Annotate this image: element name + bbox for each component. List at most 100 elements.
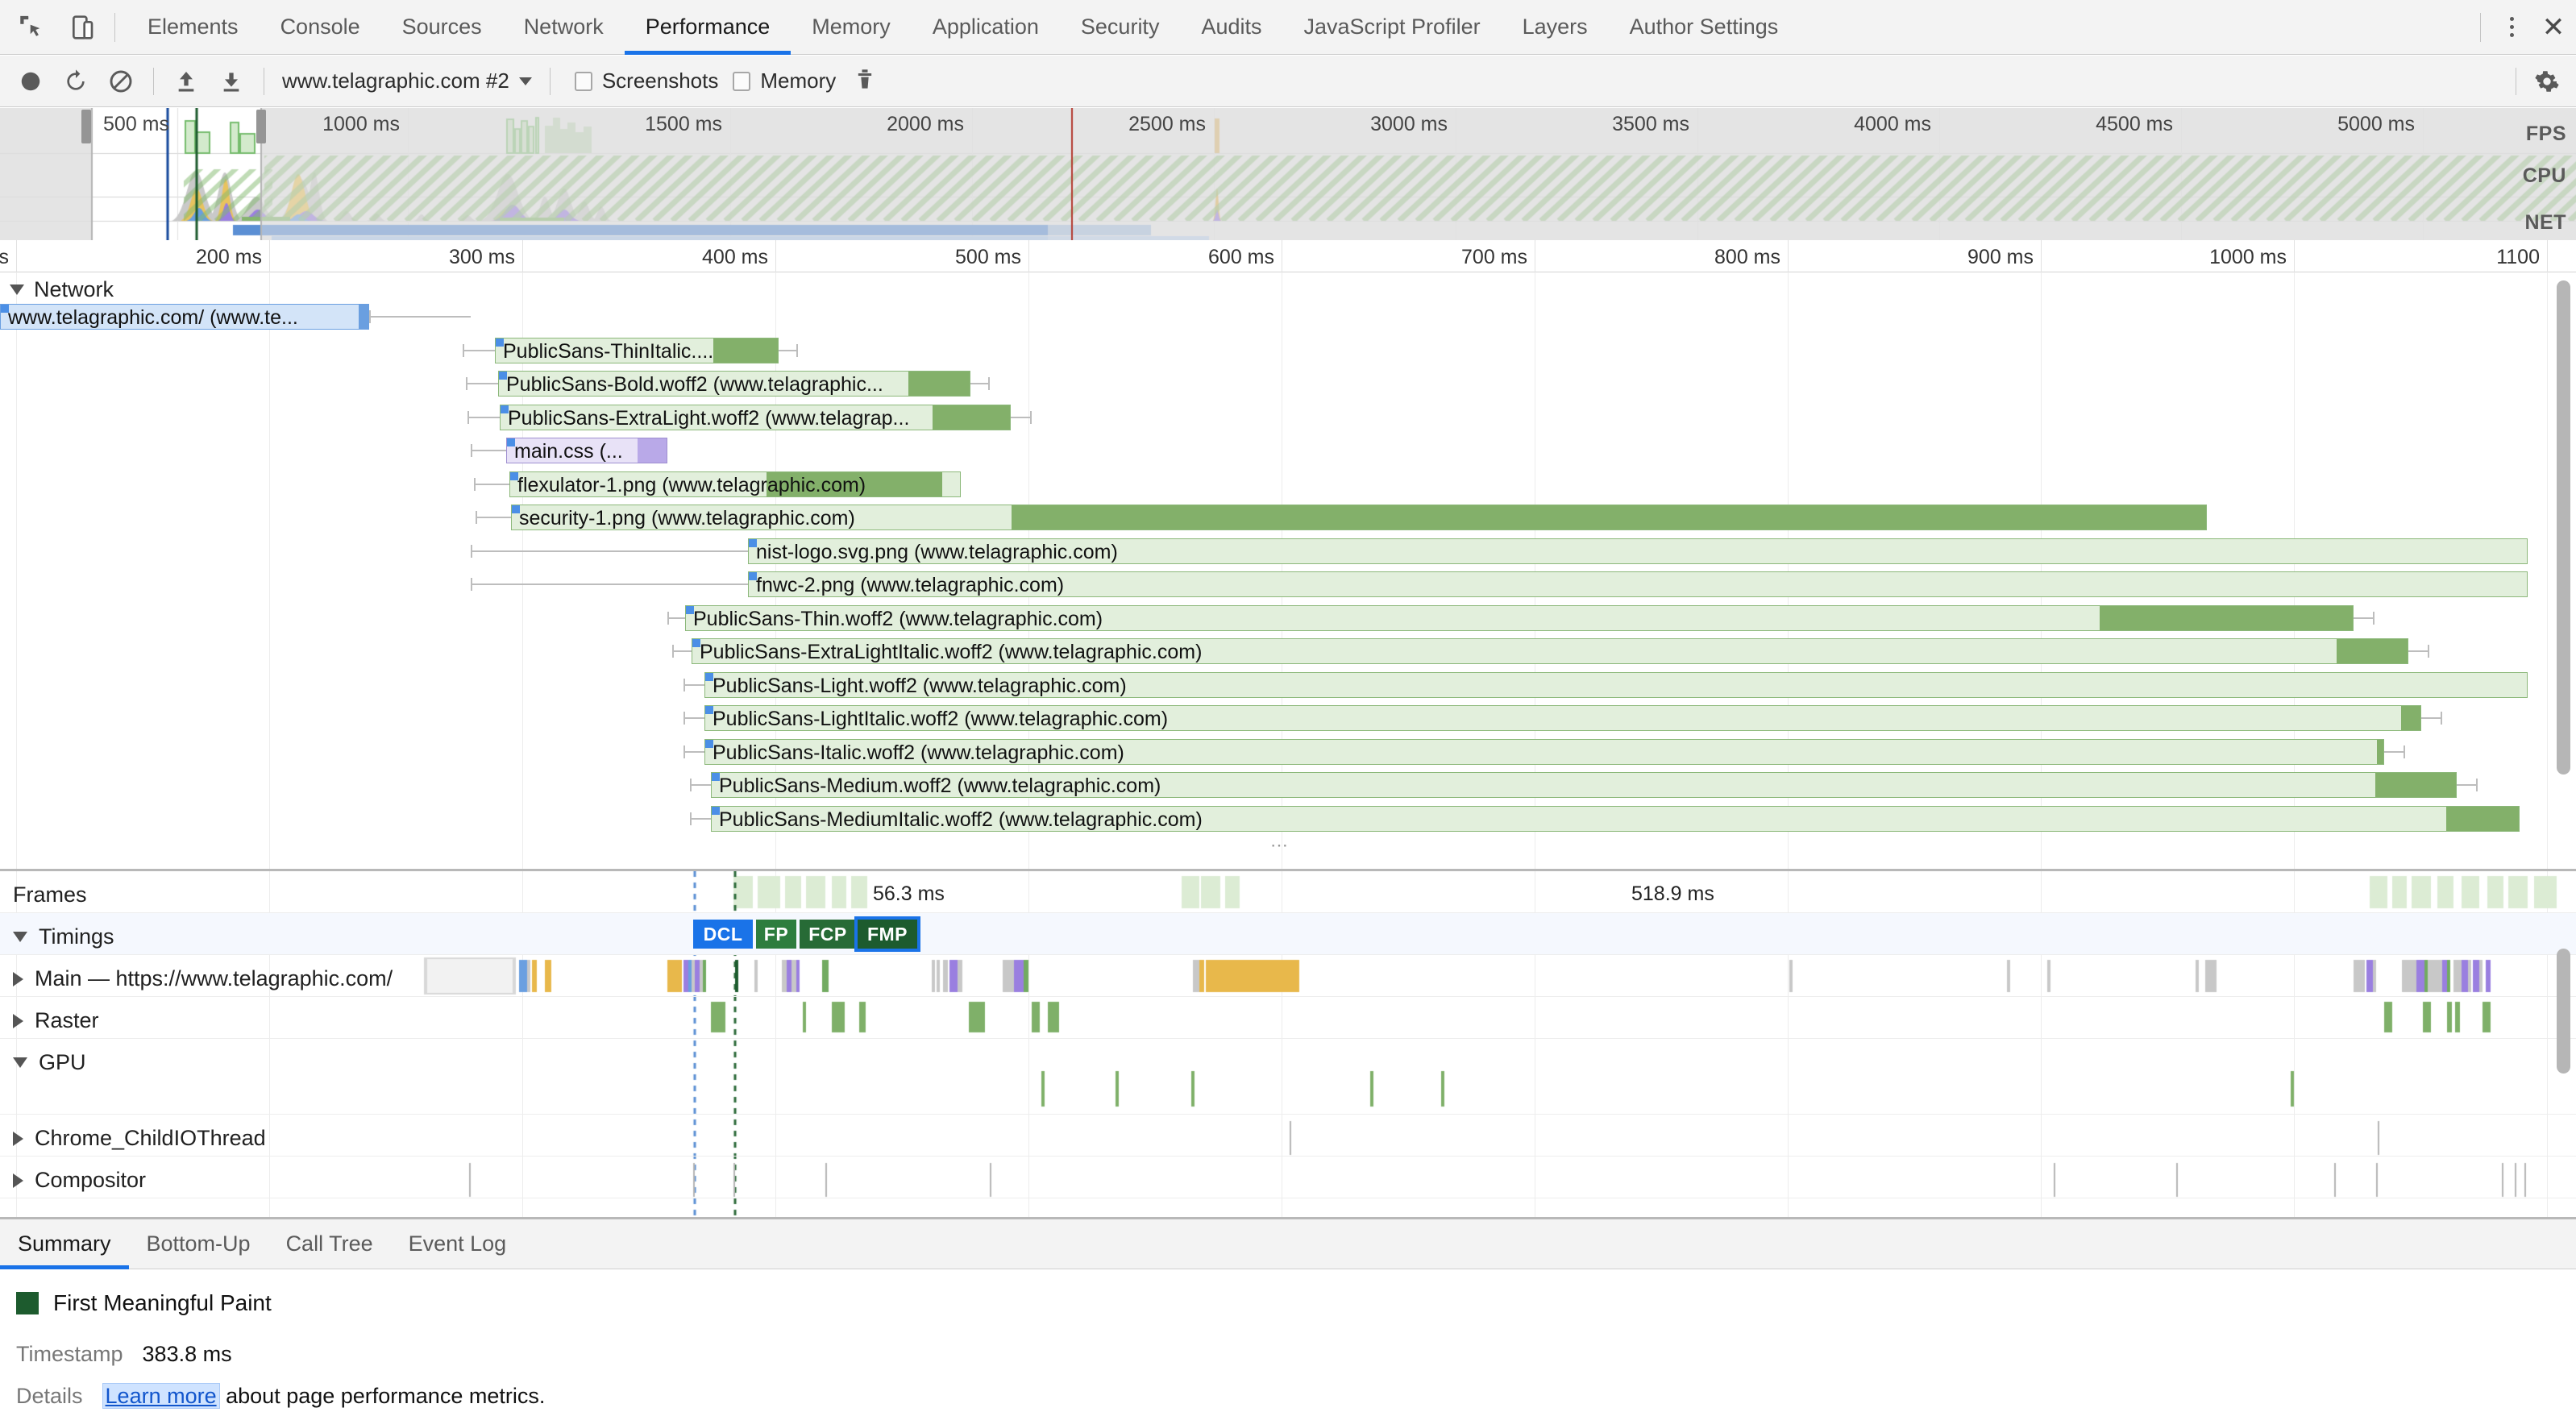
network-request-name: www.telagraphic.com/ (www.te... xyxy=(8,306,298,329)
network-request-row[interactable]: PublicSans-Bold.woff2 (www.telagraphic..… xyxy=(0,370,2576,397)
track-raster[interactable] xyxy=(0,997,2576,1039)
track-timings-label-row[interactable]: Timings xyxy=(13,924,114,949)
network-request-bar[interactable]: PublicSans-MediumItalic.woff2 (www.telag… xyxy=(711,805,2520,832)
tab-audits[interactable]: Audits xyxy=(1180,0,1282,55)
tab-performance[interactable]: Performance xyxy=(624,0,791,55)
network-request-row[interactable]: PublicSans-MediumItalic.woff2 (www.telag… xyxy=(0,805,2576,833)
network-request-row[interactable]: PublicSans-Italic.woff2 (www.telagraphic… xyxy=(0,738,2576,766)
network-request-bar[interactable]: fnwc-2.png (www.telagraphic.com) xyxy=(748,571,2528,597)
tab-summary[interactable]: Summary xyxy=(0,1219,129,1269)
network-request-row[interactable]: main.css (... xyxy=(0,437,2576,464)
network-request-row[interactable]: PublicSans-Light.woff2 (www.telagraphic.… xyxy=(0,671,2576,699)
overview-window-left-handle[interactable] xyxy=(81,110,91,143)
network-request-row[interactable]: flexulator-1.png (www.telagraphic.com) xyxy=(0,471,2576,498)
network-request-bar[interactable]: flexulator-1.png (www.telagraphic.com) xyxy=(509,471,961,497)
resize-grip-icon[interactable]: ⋯ xyxy=(1270,835,1290,867)
network-whisker-cap-left xyxy=(471,578,472,591)
track-gpu-label-row[interactable]: GPU xyxy=(13,1050,86,1075)
ruler-tick-8 xyxy=(2041,240,2042,272)
network-request-bar[interactable]: PublicSans-Thin.woff2 (www.telagraphic.c… xyxy=(685,604,2354,631)
network-request-row[interactable]: PublicSans-Thin.woff2 (www.telagraphic.c… xyxy=(0,604,2576,632)
network-request-row[interactable]: PublicSans-Medium.woff2 (www.telagraphic… xyxy=(0,771,2576,799)
network-track-pane[interactable]: Network www.telagraphic.com/ (www.te... P… xyxy=(0,272,2576,869)
network-request-bar[interactable]: PublicSans-ExtraLight.woff2 (www.telagra… xyxy=(500,404,1011,430)
timing-marker-fp[interactable]: FP xyxy=(756,920,796,949)
save-profile-icon[interactable] xyxy=(209,59,254,104)
track-raster-label-row[interactable]: Raster xyxy=(13,1008,99,1033)
network-whisker-right xyxy=(779,349,796,351)
network-request-row[interactable]: PublicSans-ExtraLight.woff2 (www.telagra… xyxy=(0,404,2576,431)
track-compositor[interactable] xyxy=(0,1157,2576,1198)
network-request-bar[interactable]: PublicSans-Light.woff2 (www.telagraphic.… xyxy=(704,671,2528,698)
network-request-row[interactable]: PublicSans-ExtraLightItalic.woff2 (www.t… xyxy=(0,637,2576,665)
recording-select[interactable]: www.telagraphic.com #2 xyxy=(274,69,540,93)
timing-marker-dcl[interactable]: DCL xyxy=(693,920,753,949)
network-request-bar[interactable]: PublicSans-Bold.woff2 (www.telagraphic..… xyxy=(498,371,970,397)
screenshots-checkbox[interactable]: Screenshots xyxy=(574,69,718,93)
network-request-bar[interactable]: nist-logo.svg.png (www.telagraphic.com) xyxy=(748,538,2528,564)
network-request-bar[interactable]: main.css (... xyxy=(506,438,667,463)
timeline-overview[interactable]: FPS CPU NET 500 ms 1000 ms 1500 ms 2000 ms 2… xyxy=(0,108,2576,240)
network-request-bar[interactable]: security-1.png (www.telagraphic.com) xyxy=(511,505,2207,530)
network-scrollbar[interactable] xyxy=(2557,280,2570,775)
network-request-row[interactable]: www.telagraphic.com/ (www.te... xyxy=(0,303,2576,330)
overview-window-right-handle[interactable] xyxy=(256,110,266,143)
device-toolbar-icon[interactable] xyxy=(61,6,103,48)
clear-recording-icon[interactable] xyxy=(98,59,143,104)
tab-application[interactable]: Application xyxy=(912,0,1060,55)
track-gpu[interactable] xyxy=(0,1039,2576,1115)
capture-settings-gear-icon[interactable] xyxy=(2516,67,2560,95)
summary-timestamp-label: Timestamp xyxy=(16,1342,123,1366)
network-request-row[interactable]: nist-logo.svg.png (www.telagraphic.com) xyxy=(0,538,2576,565)
summary-details-label: Details xyxy=(16,1384,83,1408)
network-whisker-left xyxy=(690,784,711,786)
tab-event-log[interactable]: Event Log xyxy=(391,1219,525,1269)
track-frames[interactable] xyxy=(0,871,2576,913)
track-frames-label-row[interactable]: Frames xyxy=(13,882,87,907)
timing-marker-fcp[interactable]: FCP xyxy=(800,920,856,949)
network-request-row[interactable]: PublicSans-LightItalic.woff2 (www.telagr… xyxy=(0,704,2576,732)
learn-more-link[interactable]: Learn more xyxy=(102,1383,220,1409)
tab-network[interactable]: Network xyxy=(503,0,625,55)
network-group-header[interactable]: Network xyxy=(10,277,114,302)
track-timings[interactable] xyxy=(0,913,2576,955)
network-request-bar[interactable]: PublicSans-Italic.woff2 (www.telagraphic… xyxy=(704,738,2384,765)
collect-garbage-icon[interactable] xyxy=(854,67,876,95)
more-options-icon[interactable] xyxy=(2492,17,2531,37)
tracks-scrollbar[interactable] xyxy=(2557,949,2570,1074)
track-main-label-row[interactable]: Main — https://www.telagraphic.com/ xyxy=(13,966,393,991)
track-childiothread[interactable] xyxy=(0,1115,2576,1157)
inspect-element-icon[interactable] xyxy=(10,6,52,48)
tab-sources[interactable]: Sources xyxy=(381,0,503,55)
flame-chart-tracks[interactable]: Frames 56.3 ms 518.9 ms Timings DCL FP FCP… xyxy=(0,869,2576,1217)
network-request-row[interactable]: PublicSans-ThinItalic.... xyxy=(0,337,2576,364)
tab-console[interactable]: Console xyxy=(260,0,381,55)
close-icon[interactable]: ✕ xyxy=(2531,11,2576,44)
tab-author-settings[interactable]: Author Settings xyxy=(1609,0,1800,55)
tab-elements[interactable]: Elements xyxy=(127,0,260,55)
load-profile-icon[interactable] xyxy=(164,59,209,104)
network-whisker-left xyxy=(463,349,495,351)
record-circle-icon[interactable] xyxy=(8,59,53,104)
overview-time-label-1: 1000 ms xyxy=(322,113,400,135)
tab-javascript-profiler[interactable]: JavaScript Profiler xyxy=(1283,0,1502,55)
network-request-bar[interactable]: PublicSans-ThinItalic.... xyxy=(495,337,779,363)
network-whisker-cap-right xyxy=(796,343,798,357)
track-childiothread-label-row[interactable]: Chrome_ChildIOThread xyxy=(13,1126,266,1151)
tab-bottom-up[interactable]: Bottom-Up xyxy=(129,1219,268,1269)
network-request-bar[interactable]: PublicSans-LightItalic.woff2 (www.telagr… xyxy=(704,705,2421,731)
network-request-row[interactable]: fnwc-2.png (www.telagraphic.com) xyxy=(0,571,2576,598)
tab-layers[interactable]: Layers xyxy=(1502,0,1609,55)
tab-call-tree[interactable]: Call Tree xyxy=(268,1219,391,1269)
network-request-bar[interactable]: PublicSans-Medium.woff2 (www.telagraphic… xyxy=(711,772,2457,798)
tab-security[interactable]: Security xyxy=(1060,0,1181,55)
memory-checkbox[interactable]: Memory xyxy=(733,69,836,93)
network-request-bar[interactable]: PublicSans-ExtraLightItalic.woff2 (www.t… xyxy=(692,638,2408,664)
network-request-bar[interactable]: www.telagraphic.com/ (www.te... xyxy=(0,304,369,330)
reload-and-record-icon[interactable] xyxy=(53,59,98,104)
network-request-row[interactable]: security-1.png (www.telagraphic.com) xyxy=(0,504,2576,531)
track-label-gpu: GPU xyxy=(39,1050,86,1074)
tab-memory[interactable]: Memory xyxy=(791,0,912,55)
timing-marker-fmp[interactable]: FMP xyxy=(854,916,920,952)
track-compositor-label-row[interactable]: Compositor xyxy=(13,1168,146,1193)
